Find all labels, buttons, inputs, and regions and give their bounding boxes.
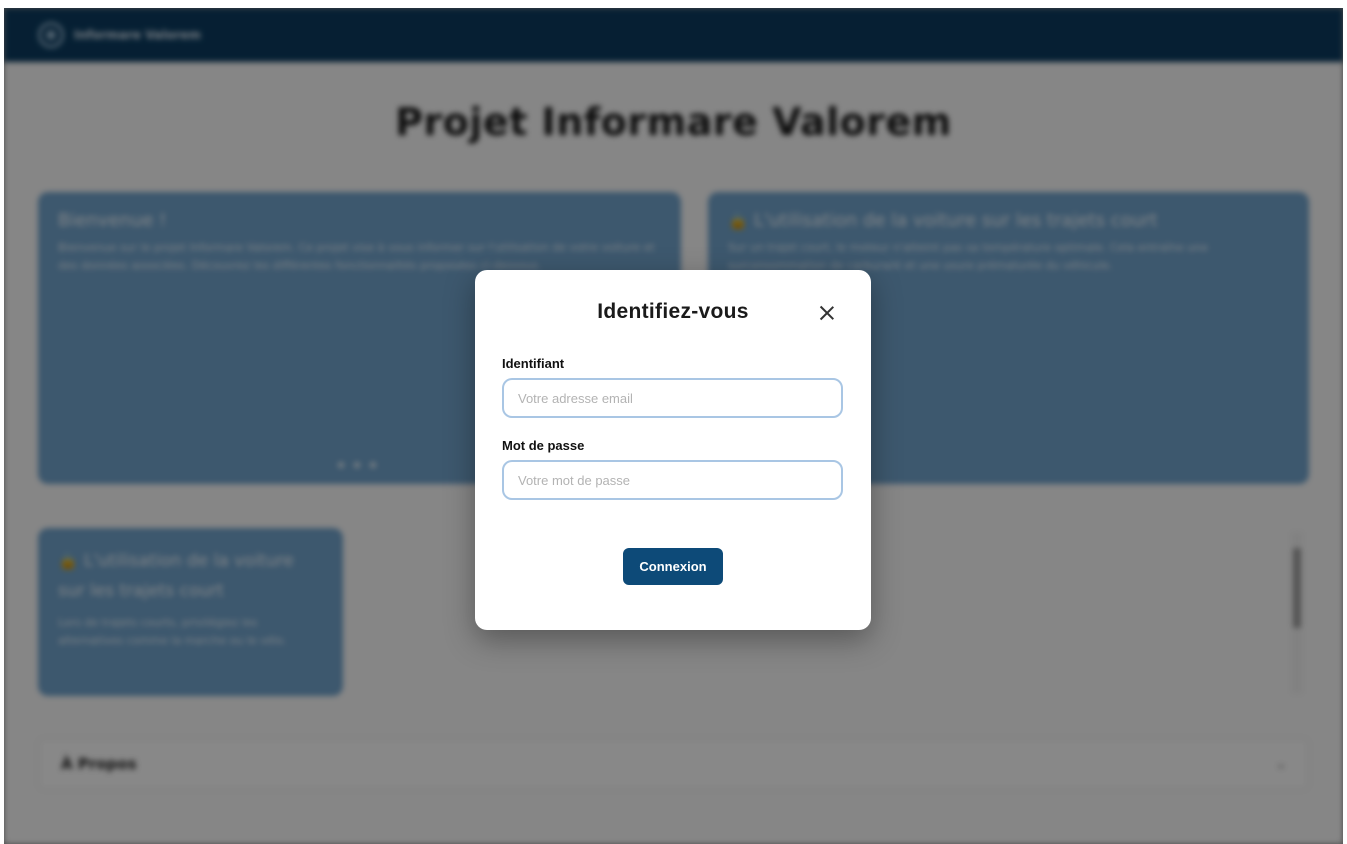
- login-field-group: Identifiant: [502, 356, 844, 418]
- modal-title: Identifiez-vous: [597, 300, 749, 323]
- app-frame: Informare Valorem Projet Informare Valor…: [4, 8, 1343, 844]
- modal-header: Identifiez-vous: [502, 270, 844, 360]
- password-field-group: Mot de passe: [502, 438, 844, 500]
- password-input[interactable]: [502, 460, 843, 500]
- login-button[interactable]: Connexion: [623, 548, 723, 585]
- password-label: Mot de passe: [502, 438, 585, 453]
- login-modal: Identifiez-vous Identifiant Mot de passe…: [475, 270, 871, 630]
- email-input[interactable]: [502, 378, 843, 418]
- close-icon[interactable]: [816, 302, 838, 324]
- submit-row: Connexion: [502, 548, 844, 585]
